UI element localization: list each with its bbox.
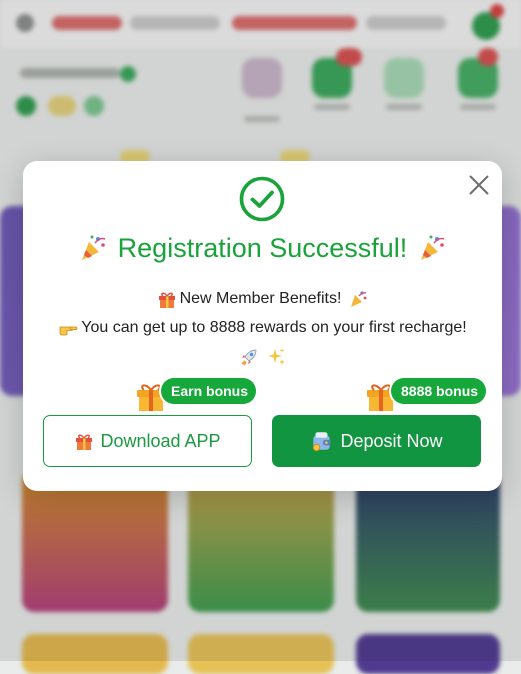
pointing-hand-icon: [59, 326, 78, 336]
gift-icon: [158, 292, 175, 308]
benefit-title-line: New Member Benefits!: [23, 289, 502, 309]
modal-title: Registration Successful!: [117, 232, 408, 263]
party-popper-icon: [421, 235, 445, 260]
benefit-title: New Member Benefits!: [179, 290, 342, 307]
benefit-text-line: You can get up to 8888 rewards on your f…: [23, 318, 502, 338]
party-popper-icon: [81, 235, 105, 260]
benefit-text: You can get up to 8888 rewards on your f…: [81, 319, 467, 336]
download-app-label: Download APP: [100, 430, 221, 451]
close-icon[interactable]: [466, 172, 492, 198]
check-circle-icon: [239, 176, 285, 222]
wallet-icon: [313, 432, 332, 452]
registration-success-modal: Registration Successful! New Member Bene…: [23, 161, 502, 491]
deposit-now-label: Deposit Now: [340, 430, 443, 451]
sparkles-icon: [267, 348, 285, 365]
download-bonus-badge: Earn bonus: [161, 378, 257, 404]
download-app-button[interactable]: Download APP: [43, 415, 252, 467]
gift-icon: [76, 434, 93, 450]
emoji-line: [23, 347, 502, 367]
deposit-now-button[interactable]: Deposit Now: [272, 415, 481, 467]
rocket-icon: [240, 349, 256, 366]
title-row: Registration Successful!: [23, 228, 502, 268]
deposit-bonus-badge: 8888 bonus: [391, 378, 487, 404]
party-popper-icon: [351, 291, 367, 307]
